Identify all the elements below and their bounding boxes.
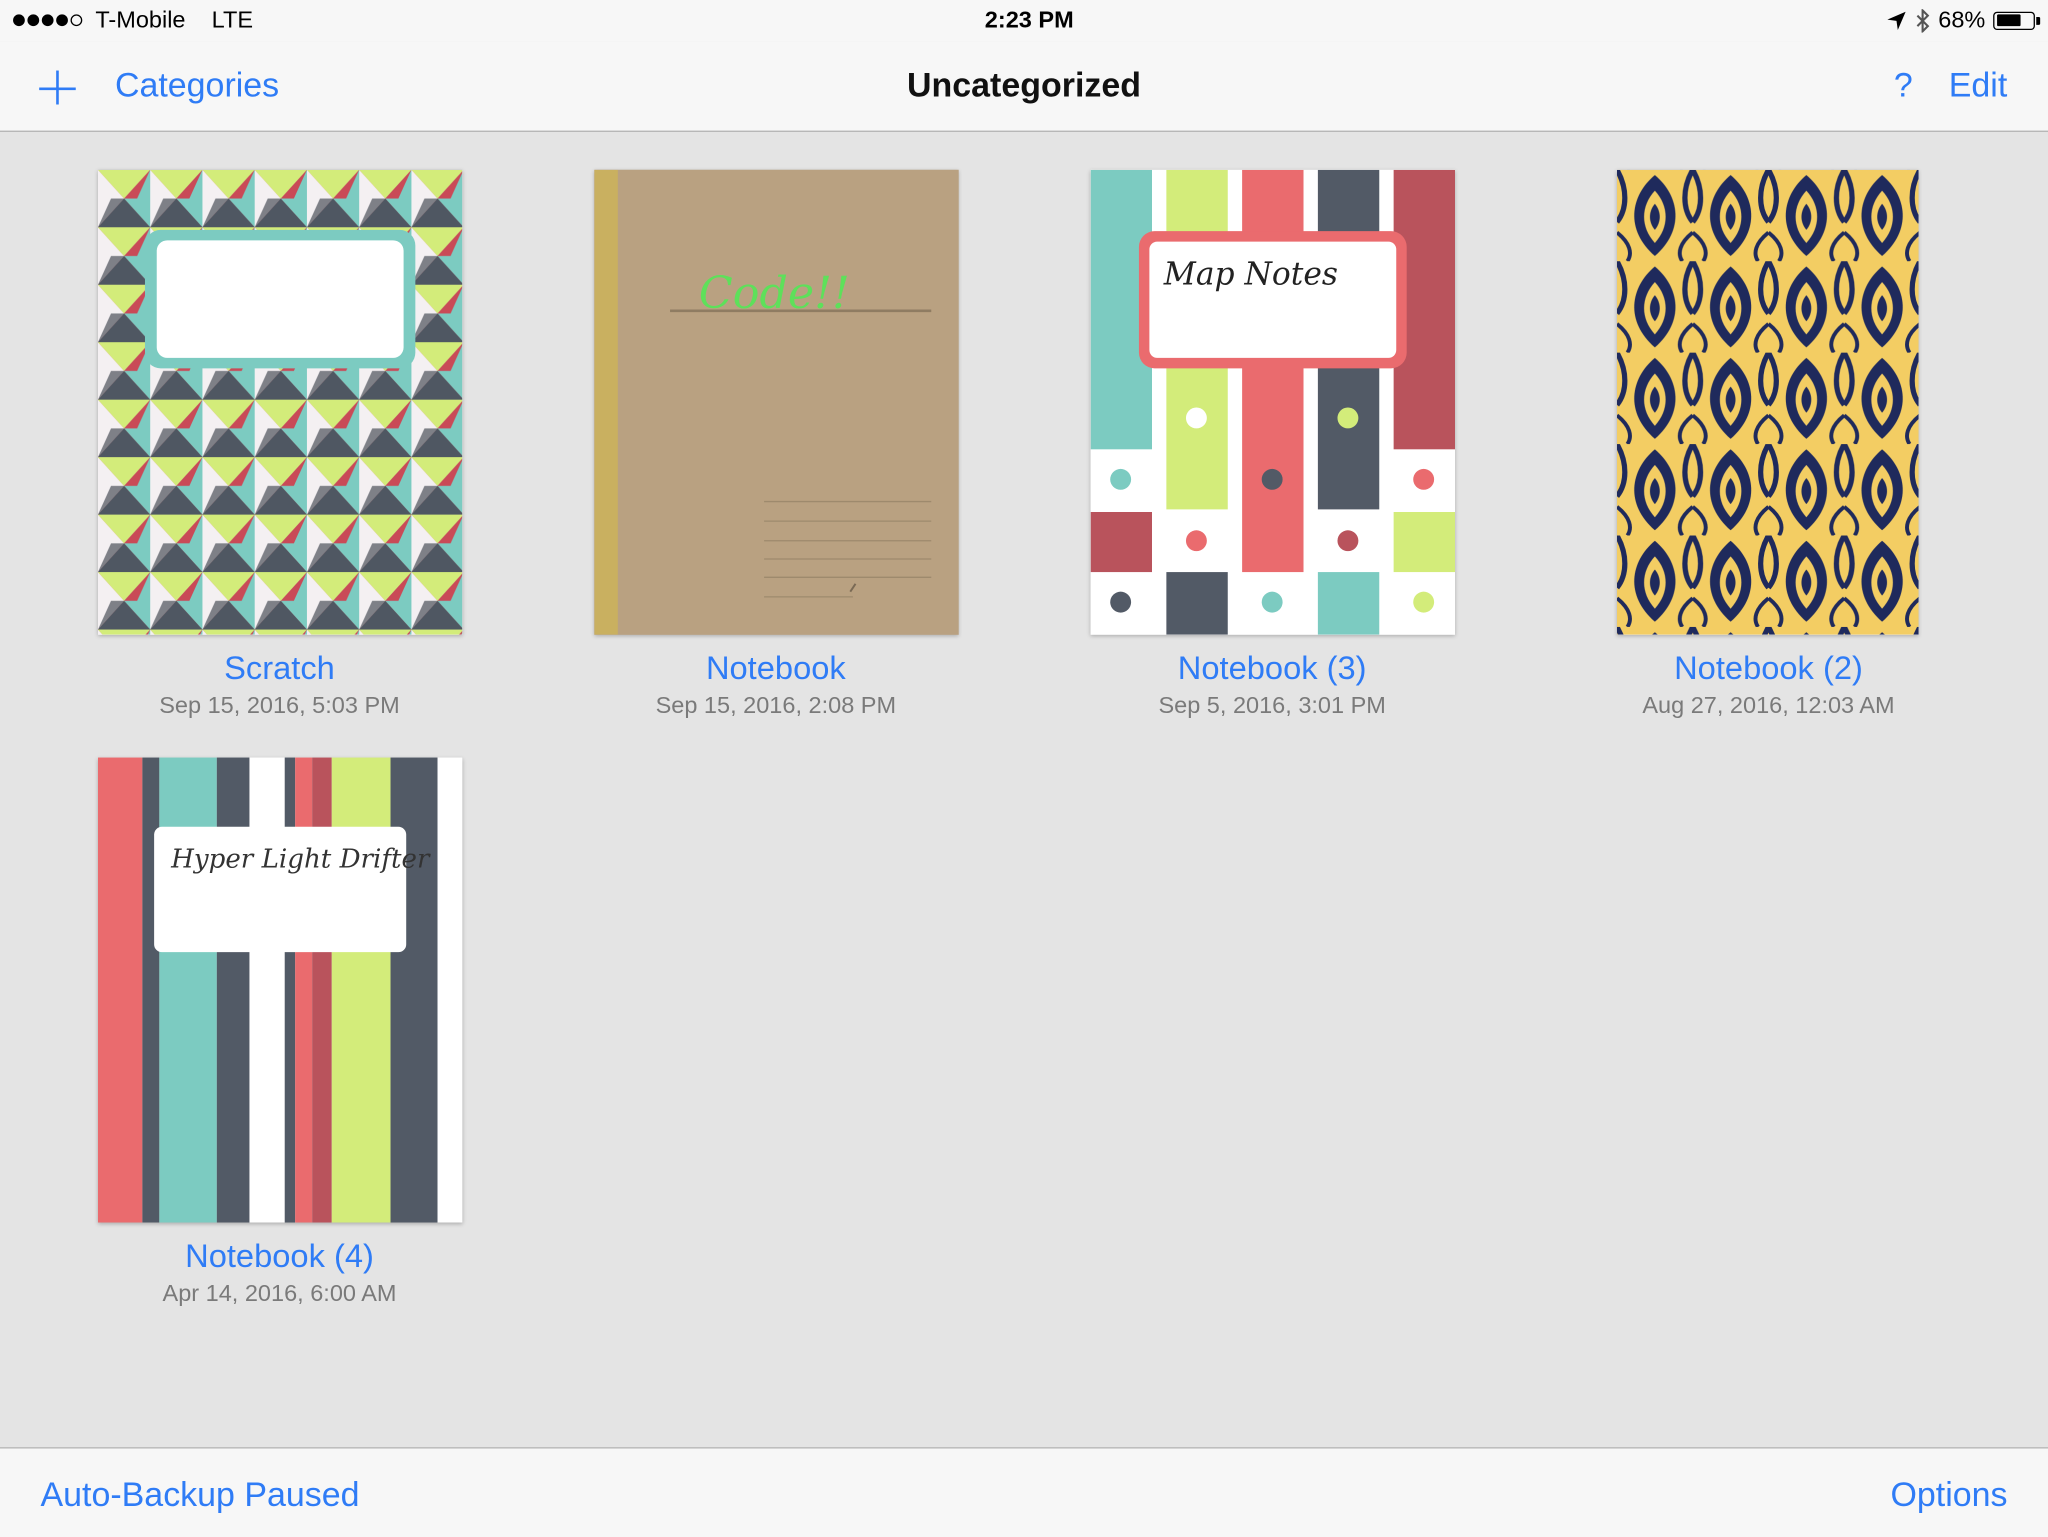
notebook-title[interactable]: Notebook (4) bbox=[31, 1238, 527, 1276]
notebook-cover-label: Hyper Light Drifter bbox=[170, 844, 431, 874]
options-button[interactable]: Options bbox=[1890, 1475, 2007, 1515]
notebook-title[interactable]: Notebook bbox=[528, 650, 1024, 688]
notebook-title[interactable]: Notebook (3) bbox=[1024, 650, 1520, 688]
notebook-cover[interactable]: Map Notes bbox=[1090, 169, 1456, 635]
navigation-bar: Categories Uncategorized ? Edit bbox=[0, 41, 2048, 132]
color-stripes-dots-pattern: Map Notes bbox=[1090, 169, 1456, 635]
notebook-cover[interactable]: Hyper Light Drifter bbox=[97, 757, 463, 1223]
battery-percent: 68% bbox=[1938, 6, 1986, 33]
notebook-item[interactable]: Notebook (2) Aug 27, 2016, 12:03 AM bbox=[1520, 169, 2016, 732]
notebook-date: Sep 5, 2016, 3:01 PM bbox=[1158, 692, 1386, 719]
geometric-triangles-pattern bbox=[97, 169, 463, 635]
notebook-cover[interactable] bbox=[97, 169, 463, 635]
notebook-item[interactable]: Hyper Light Drifter Notebook (4) Apr 14,… bbox=[31, 757, 527, 1320]
bottom-toolbar: Auto-Backup Paused Options bbox=[0, 1447, 2048, 1537]
status-indicators: 68% bbox=[1886, 6, 2041, 34]
notebook-title[interactable]: Notebook (2) bbox=[1520, 650, 2016, 688]
notebook-date: Apr 14, 2016, 6:00 AM bbox=[162, 1280, 397, 1307]
notebook-item[interactable]: Scratch Sep 15, 2016, 5:03 PM bbox=[31, 169, 527, 732]
notebook-title[interactable]: Scratch bbox=[31, 650, 527, 688]
notebook-cover[interactable]: Code!! bbox=[594, 169, 959, 635]
notebook-item[interactable]: Code!! Notebook Sep 15, 2016, 2:08 PM bbox=[528, 169, 1024, 732]
status-time: 2:23 PM bbox=[984, 6, 1074, 33]
notebook-cover-label: Code!! bbox=[699, 268, 850, 319]
help-button[interactable]: ? bbox=[1894, 65, 1913, 105]
bluetooth-icon bbox=[1916, 8, 1930, 32]
location-arrow-icon bbox=[1887, 11, 1906, 30]
notebook-date: Sep 15, 2016, 5:03 PM bbox=[159, 692, 400, 719]
notebook-item[interactable]: Map Notes Notebook (3) Sep 5, 2016, 3:01… bbox=[1024, 169, 1520, 732]
status-bar: T-Mobile LTE 2:23 PM 68% bbox=[0, 0, 2048, 42]
auto-backup-status-button[interactable]: Auto-Backup Paused bbox=[40, 1475, 359, 1515]
battery-icon bbox=[1993, 11, 2041, 30]
vertical-stripes-pattern: Hyper Light Drifter bbox=[97, 757, 463, 1223]
kraft-paper-cover: Code!! bbox=[594, 169, 959, 635]
art-nouveau-pattern bbox=[1616, 169, 1919, 635]
notebook-date: Sep 15, 2016, 2:08 PM bbox=[655, 692, 897, 719]
edit-button[interactable]: Edit bbox=[1949, 65, 2008, 105]
page-title: Uncategorized bbox=[907, 65, 1141, 105]
notebook-cover-label: Map Notes bbox=[1163, 257, 1338, 293]
notebook-cover[interactable] bbox=[1616, 169, 1919, 635]
notebook-date: Aug 27, 2016, 12:03 AM bbox=[1642, 692, 1895, 719]
